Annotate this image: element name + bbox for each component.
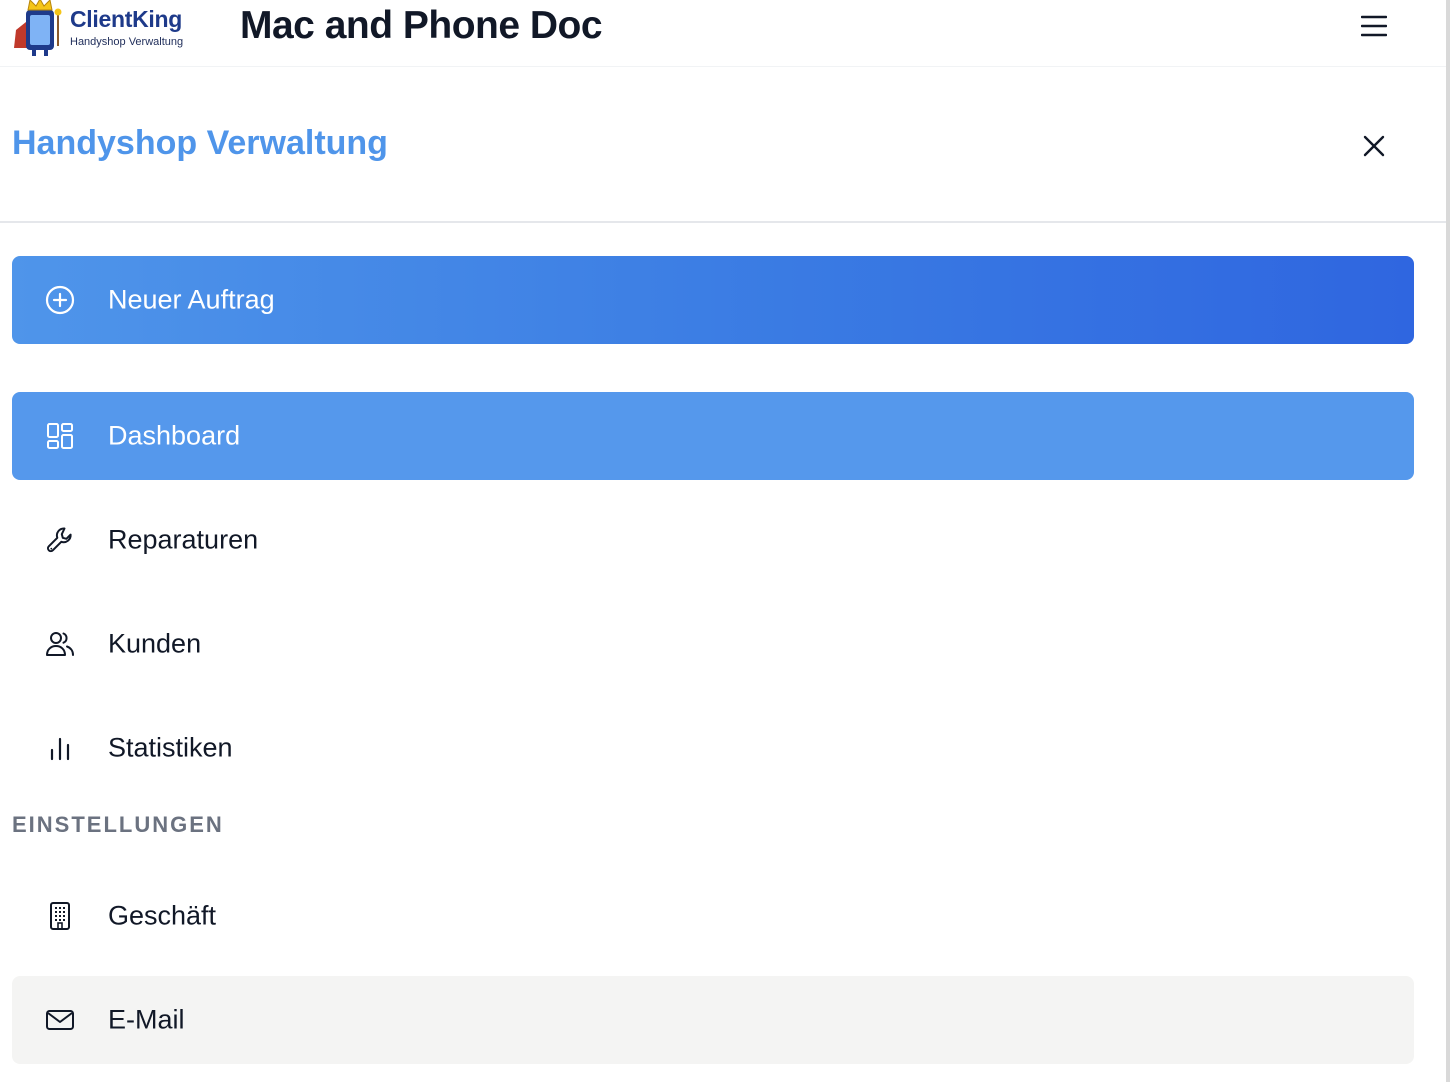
new-order-label: Neuer Auftrag <box>108 284 275 315</box>
app-page: ClientKing Handyshop Verwaltung Mac and … <box>0 0 1450 1082</box>
logo-name: ClientKing <box>70 6 182 32</box>
mail-icon <box>44 1004 76 1036</box>
window-edge <box>1446 0 1450 1082</box>
close-sidebar-button[interactable] <box>1356 128 1392 164</box>
plus-circle-icon <box>44 284 76 316</box>
king-mascot-icon <box>14 0 62 56</box>
sidebar-item-label: Reparaturen <box>108 524 259 555</box>
sidebar-item-label: Statistiken <box>108 732 233 763</box>
new-order-button[interactable]: Neuer Auftrag <box>12 256 1414 344</box>
shop-name: Mac and Phone Doc <box>240 4 603 47</box>
clientking-logo[interactable]: ClientKing Handyshop Verwaltung <box>10 0 200 56</box>
hamburger-menu-button[interactable] <box>1356 10 1392 42</box>
users-icon <box>44 628 76 660</box>
logo-tagline: Handyshop Verwaltung <box>70 36 184 48</box>
sidebar-item-geschaeft[interactable]: Geschäft <box>12 872 1414 960</box>
sidebar-item-statistiken[interactable]: Statistiken <box>12 704 1414 792</box>
top-header: ClientKing Handyshop Verwaltung Mac and … <box>0 0 1446 67</box>
wrench-icon <box>44 524 76 556</box>
sidebar-item-kunden[interactable]: Kunden <box>12 600 1414 688</box>
close-icon <box>1363 135 1385 157</box>
sidebar-title: Handyshop Verwaltung <box>12 124 388 162</box>
settings-section-label: EINSTELLUNGEN <box>12 812 224 837</box>
sidebar-item-label: E-Mail <box>108 1004 185 1035</box>
dashboard-grid-icon <box>44 420 76 452</box>
bar-chart-icon <box>44 732 76 764</box>
sidebar-item-label: Kunden <box>108 628 202 659</box>
header-divider <box>0 221 1446 223</box>
hamburger-menu-icon <box>1361 15 1387 37</box>
building-icon <box>44 900 76 932</box>
sidebar-item-label: Geschäft <box>108 900 217 931</box>
sidebar-item-dashboard[interactable]: Dashboard <box>12 392 1414 480</box>
sidebar-item-label: Dashboard <box>108 420 241 451</box>
sidebar-item-reparaturen[interactable]: Reparaturen <box>12 496 1414 584</box>
sidebar-item-email[interactable]: E-Mail <box>12 976 1414 1064</box>
